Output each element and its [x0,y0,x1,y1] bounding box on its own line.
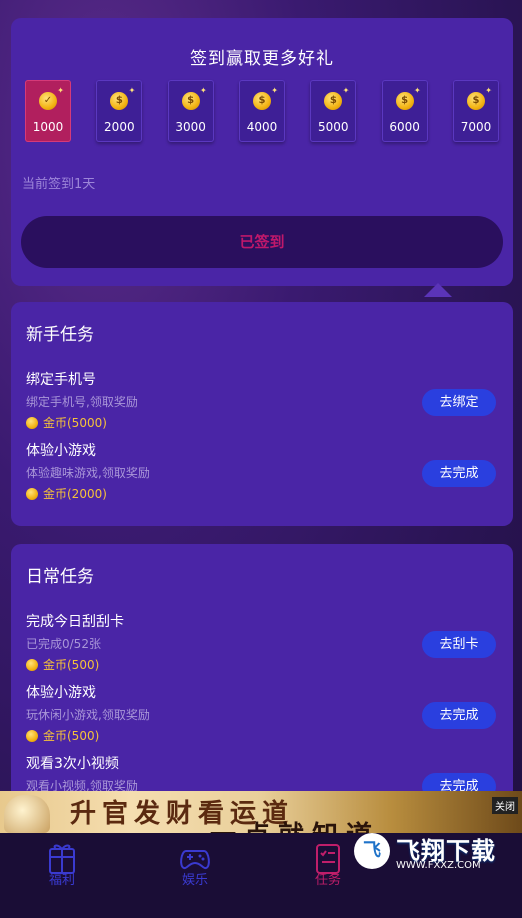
coin-icon [26,487,38,500]
scratch-card-button[interactable]: 去刮卡 [422,631,496,658]
sparkle-icon: ✦ [57,86,64,95]
task-reward: 金币(2000) [26,485,107,502]
task-reward: 金币(5000) [26,414,107,431]
task-reward-text: 金币(5000) [43,416,107,430]
ad-close-button[interactable]: 关闭 [492,797,518,814]
signin-day-value: 4000 [246,120,278,134]
signin-day-5[interactable]: $ ✦ 5000 [310,80,357,142]
coin-icon: $ [324,92,343,110]
section-title: 日常任务 [26,567,94,587]
signin-day-value: 2000 [104,120,135,134]
sparkle-icon: ✦ [413,86,421,95]
signin-day-2[interactable]: $ ✦ 2000 [96,80,143,142]
complete-button[interactable]: 去完成 [422,702,496,729]
bind-phone-button[interactable]: 去绑定 [422,389,496,416]
coin-icon [26,729,38,742]
task-item: 体验小游戏 玩休闲小游戏,领取奖励 金币(500) 去完成 [26,682,498,744]
daily-tasks-card: 日常任务 完成今日刮刮卡 已完成0/52张 金币(500) 去刮卡 体验小游戏 … [11,544,513,804]
coin-icon: $ [252,92,271,110]
signin-day-6[interactable]: $ ✦ 6000 [381,80,428,142]
logo-badge: 飞 [354,833,390,869]
tab-welfare[interactable]: 福利 [22,841,102,888]
ad-subline: 一点就知道 [210,815,380,833]
task-name: 绑定手机号 [26,372,96,388]
signin-title: 签到赢取更多好礼 [190,49,334,69]
task-reward: 金币(500) [26,727,99,744]
task-desc: 体验趣味游戏,领取奖励 [26,466,150,480]
sparkle-icon: ✦ [485,86,492,95]
pointer-triangle [424,283,452,297]
task-desc: 玩休闲小游戏,领取奖励 [26,708,150,722]
signin-day-value: 7000 [460,120,492,134]
signin-streak: 当前签到1天 [22,177,96,192]
signin-day-value: 3000 [175,120,206,134]
signin-day-1[interactable]: ✓ ✦ 1000 [25,80,71,142]
task-item: 绑定手机号 绑定手机号,领取奖励 金币(5000) 去绑定 [26,369,498,431]
watermark-logo: 飞 飞翔下载 WWW.FXXZ.COM [354,833,514,871]
signed-in-button[interactable]: 已签到 [21,216,503,268]
tab-label: 任务 [314,873,341,888]
signin-day-4[interactable]: $ ✦ 4000 [238,80,285,142]
signin-day-value: 5000 [318,120,349,134]
sparkle-icon: ✦ [199,86,207,95]
task-name: 观看3次小视频 [26,756,119,772]
task-reward-text: 金币(2000) [43,487,107,501]
signin-days: ✓ ✦ 1000 $ ✦ 2000 $ ✦ 3000 $ ✦ 4000 $ ✦ … [25,80,499,142]
signin-day-value: 1000 [32,120,64,134]
task-name: 完成今日刮刮卡 [26,614,124,630]
task-name: 体验小游戏 [26,443,96,459]
tab-label: 娱乐 [181,873,208,888]
task-desc: 绑定手机号,领取奖励 [26,395,138,409]
task-reward-text: 金币(500) [43,658,100,672]
tab-entertainment[interactable]: 娱乐 [155,841,235,888]
signin-day-3[interactable]: $ ✦ 3000 [167,80,214,142]
sparkle-icon: ✦ [271,86,278,95]
coin-icon [26,416,38,429]
signin-card: 签到赢取更多好礼 ✓ ✦ 1000 $ ✦ 2000 $ ✦ 3000 $ ✦ … [11,18,513,286]
coin-icon: $ [466,92,485,110]
task-reward: 金币(500) [26,656,99,673]
signin-day-7[interactable]: $ ✦ 7000 [452,80,499,142]
bottom-tab-bar: 福利 娱乐 任务 飞 飞翔下载 WWW.FXXZ.COM [0,833,522,918]
sparkle-icon: ✦ [342,86,350,95]
newbie-tasks-card: 新手任务 绑定手机号 绑定手机号,领取奖励 金币(5000) 去绑定 体验小游戏… [11,302,513,526]
coin-icon: $ [110,92,129,110]
task-desc: 已完成0/52张 [26,637,101,651]
task-name: 体验小游戏 [26,685,96,701]
coin-icon: $ [395,92,414,110]
task-item: 完成今日刮刮卡 已完成0/52张 金币(500) 去刮卡 [26,611,498,673]
tab-label: 福利 [48,873,75,888]
sparkle-icon: ✦ [128,86,136,95]
task-item: 体验小游戏 体验趣味游戏,领取奖励 金币(2000) 去完成 [26,440,498,502]
complete-button[interactable]: 去完成 [422,460,496,487]
signin-day-value: 6000 [389,120,420,134]
coin-icon [26,658,38,671]
check-coin-icon: ✓ [39,92,57,110]
money-bag-icon [4,795,50,833]
coin-icon: $ [181,92,200,110]
ad-banner[interactable]: 升官发财看运道 一点就知道 关闭 [0,791,522,833]
section-title: 新手任务 [26,325,94,345]
logo-url: WWW.FXXZ.COM [396,860,481,871]
task-reward-text: 金币(500) [43,729,100,743]
